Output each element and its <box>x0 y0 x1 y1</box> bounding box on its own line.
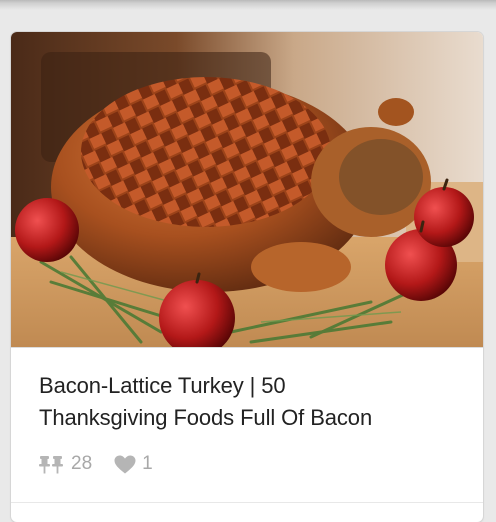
card-footer-divider <box>11 502 483 503</box>
top-status-bar <box>0 0 496 10</box>
likes-stat[interactable]: 1 <box>114 453 153 475</box>
image-divider <box>11 347 483 348</box>
likes-count: 1 <box>142 453 153 474</box>
heart-icon <box>114 455 136 474</box>
pin-stats: 28 1 <box>39 452 153 476</box>
pin-title[interactable]: Bacon-Lattice Turkey | 50 Thanksgiving F… <box>39 370 469 434</box>
pin-title-line-2: Thanksgiving Foods Full Of Bacon <box>39 405 373 430</box>
pushpin-icon <box>39 454 65 474</box>
pin-title-line-1: Bacon-Lattice Turkey | 50 <box>39 373 286 398</box>
pin-card[interactable]: Bacon-Lattice Turkey | 50 Thanksgiving F… <box>11 32 483 522</box>
repins-count: 28 <box>71 453 93 474</box>
repins-stat[interactable]: 28 <box>39 453 92 475</box>
pin-image[interactable] <box>11 32 483 347</box>
